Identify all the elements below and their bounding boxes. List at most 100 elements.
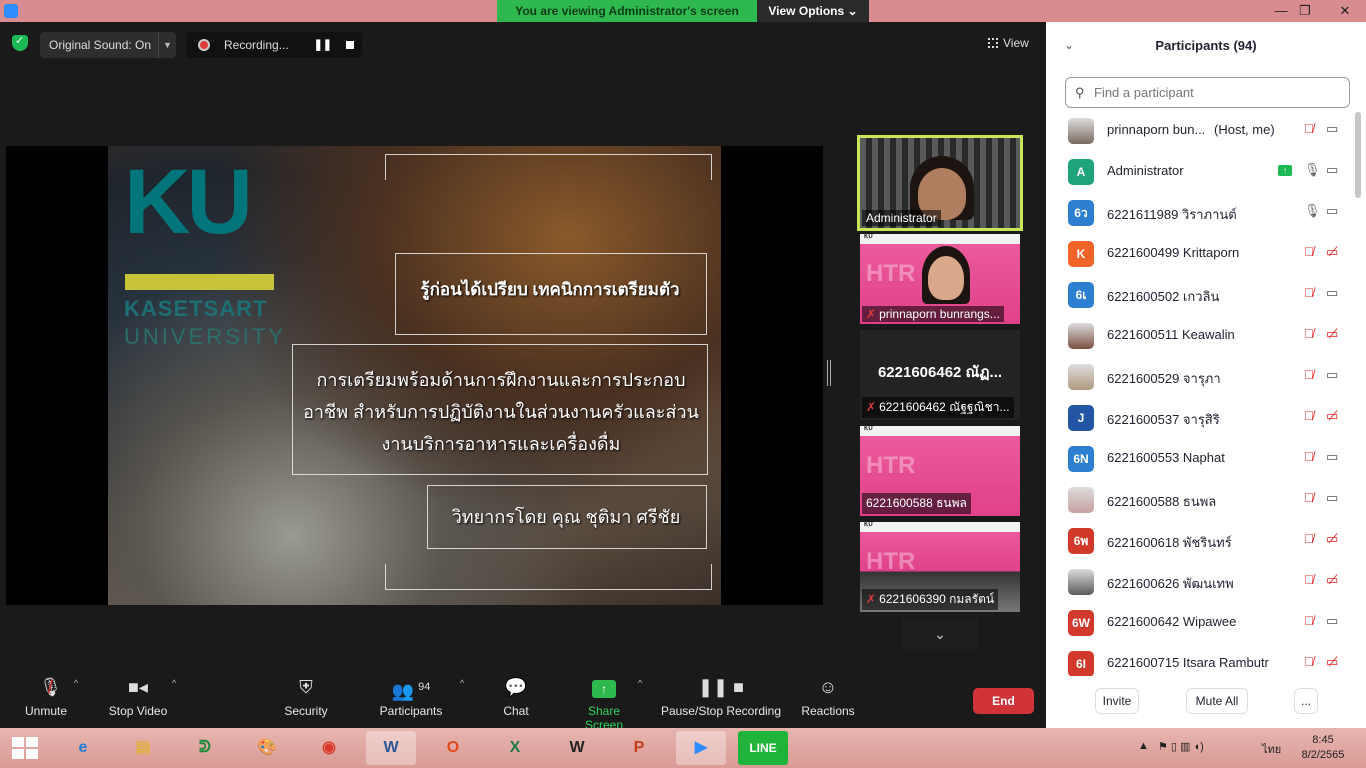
participant-row[interactable]: 6221600529 จารุภา 🎙̸ ▭ (1046, 356, 1352, 397)
encryption-shield-icon[interactable] (12, 34, 28, 51)
mic-muted-icon[interactable]: 🎙̸ (1304, 326, 1314, 341)
video-thumb-6221606390[interactable]: KU HTR ✗ 6221606390 กมลรัตน์ (860, 522, 1020, 612)
pause-recording-icon[interactable]: ❚❚ (314, 32, 332, 58)
video-thumb-prinnaporn[interactable]: KU HTR ✗ prinnaporn bunrangs... (860, 234, 1020, 324)
camera-icon[interactable]: ▭ (1326, 449, 1338, 465)
participant-row[interactable]: J 6221600537 จารุสิริ 🎙̸ ▭̸ (1046, 397, 1352, 438)
title-bar: You are viewing Administrator's screen V… (0, 0, 1366, 22)
participant-row[interactable]: 6พ 6221600618 พัชรินทร์ 🎙̸ ▭̸ (1046, 520, 1352, 561)
minimize-button[interactable]: — (1268, 0, 1294, 22)
camera-icon[interactable]: ▭ (1326, 490, 1338, 506)
thumb-name-text: 6221606462 ณัฐฐณิชา... (879, 400, 1010, 414)
panel-title: Participants (94) (1155, 38, 1257, 53)
mic-muted-icon[interactable]: 🎙̸ (1304, 449, 1314, 464)
close-button[interactable]: ✕ (1330, 0, 1360, 22)
participant-row[interactable]: K 6221600499 Krittaporn 🎙̸ ▭̸ (1046, 233, 1352, 274)
camera-icon[interactable]: ▭ (1326, 285, 1338, 301)
mic-muted-icon[interactable]: 🎙̸ (1304, 490, 1314, 505)
tray-expand-icon[interactable]: ▲ (1138, 740, 1149, 752)
participant-search-input[interactable]: ⚲ Find a participant (1065, 77, 1350, 108)
stop-video-button[interactable]: ■◂ Stop Video (104, 676, 172, 718)
participant-row[interactable]: prinnaporn bun... (Host, me) 🎙̸ ▭ (1046, 110, 1352, 151)
clock-time: 8:45 (1312, 734, 1334, 746)
mic-muted-icon[interactable]: 🎙̸ (1304, 572, 1314, 587)
file-explorer-icon[interactable]: ▤ (118, 731, 168, 765)
video-thumb-administrator[interactable]: Administrator (857, 135, 1023, 231)
mic-icon[interactable]: 🎙 (1304, 162, 1321, 178)
camera-icon[interactable]: ▭ (1326, 121, 1338, 137)
chrome-icon[interactable]: ◉ (304, 731, 354, 765)
zoom-taskbar-icon[interactable]: ▶ (676, 731, 726, 765)
stop-recording-icon[interactable] (346, 41, 354, 49)
mic-muted-icon[interactable]: 🎙̸ (1304, 613, 1314, 628)
reactions-button[interactable]: ☺ Reactions (800, 676, 856, 718)
camera-icon[interactable]: ▭ (1326, 613, 1338, 629)
participants-options-caret[interactable]: ^ (460, 678, 464, 688)
participant-row[interactable]: 6221600626 พัฒนเทพ 🎙̸ ▭̸ (1046, 561, 1352, 602)
camera-off-icon[interactable]: ▭̸ (1326, 531, 1338, 547)
green-app-icon[interactable]: ᕲ (180, 731, 230, 765)
participant-row[interactable]: 6ว 6221611989 วิราภานต์ 🎙 ▭ (1046, 192, 1352, 233)
participant-row[interactable]: 6N 6221600553 Naphat 🎙̸ ▭ (1046, 438, 1352, 479)
end-meeting-button[interactable]: End (973, 688, 1034, 714)
pause-stop-recording-button[interactable]: ❚❚ ■ Pause/Stop Recording (660, 676, 782, 718)
share-screen-icon: ↑ (568, 676, 640, 698)
webex-icon[interactable]: W (552, 731, 602, 765)
camera-off-icon[interactable]: ▭̸ (1326, 654, 1338, 670)
camera-icon[interactable]: ▭ (1326, 367, 1338, 383)
camera-off-icon[interactable]: ▭̸ (1326, 408, 1338, 424)
video-thumb-6221606462[interactable]: 6221606462 ณัฏ... ✗ 6221606462 ณัฐฐณิชา..… (860, 330, 1020, 420)
mic-muted-icon[interactable]: 🎙̸ (1304, 531, 1314, 546)
taskbar-clock[interactable]: 8:45 8/2/2565 (1290, 733, 1356, 763)
resize-handle[interactable] (827, 360, 831, 386)
camera-off-icon[interactable]: ▭̸ (1326, 572, 1338, 588)
windows-start-icon[interactable] (12, 737, 38, 759)
original-sound-button[interactable]: Original Sound: On ▼ (40, 32, 176, 58)
language-indicator[interactable]: ไทย (1262, 740, 1281, 758)
invite-button[interactable]: Invite (1095, 688, 1139, 714)
share-screen-button[interactable]: ↑ Share Screen (568, 676, 640, 732)
mic-muted-icon[interactable]: 🎙̸ (1304, 367, 1314, 382)
share-options-caret[interactable]: ^ (638, 678, 642, 688)
mic-muted-icon[interactable]: 🎙̸ (1304, 244, 1314, 259)
mic-muted-icon[interactable]: 🎙̸ (1304, 121, 1314, 136)
video-options-caret[interactable]: ^ (172, 678, 176, 688)
paint-icon[interactable]: 🎨 (242, 731, 292, 765)
chevron-down-icon[interactable]: ▼ (158, 32, 176, 58)
more-options-button[interactable]: ... (1294, 688, 1318, 714)
camera-icon[interactable]: ▭ (1326, 162, 1338, 178)
participant-row[interactable]: 6221600588 ธนพล 🎙̸ ▭ (1046, 479, 1352, 520)
video-thumb-6221600588[interactable]: KU HTR 6221600588 ธนพล (860, 426, 1020, 516)
office-icon[interactable]: O (428, 731, 478, 765)
participants-button[interactable]: 👥 94 Participants (378, 676, 444, 718)
chat-button[interactable]: 💬 Chat (498, 676, 534, 718)
tray-status-icons[interactable]: ⚑ ▯ ▥ ◖) (1158, 740, 1204, 753)
word-icon[interactable]: W (366, 731, 416, 765)
participant-row[interactable]: 6I 6221600715 Itsara Rambutr 🎙̸ ▭̸ (1046, 643, 1352, 676)
camera-off-icon[interactable]: ▭̸ (1326, 244, 1338, 260)
line-icon[interactable]: LINE (738, 731, 788, 765)
participant-list-scrollbar[interactable] (1355, 112, 1361, 198)
camera-icon[interactable]: ▭ (1326, 203, 1338, 219)
mute-all-button[interactable]: Mute All (1186, 688, 1248, 714)
unmute-button[interactable]: 🎙/ Unmute (16, 676, 76, 718)
audio-options-caret[interactable]: ^ (74, 678, 78, 688)
internet-explorer-icon[interactable]: e (58, 731, 108, 765)
view-options-button[interactable]: View Options ⌄ (757, 0, 869, 22)
security-button[interactable]: ⛨ Security (278, 676, 334, 718)
scroll-thumbnails-down-button[interactable]: ⌄ (902, 618, 978, 650)
avatar (1068, 487, 1094, 513)
participant-row[interactable]: 6เ 6221600502 เกวลิน 🎙̸ ▭ (1046, 274, 1352, 315)
participant-row[interactable]: 6W 6221600642 Wipawee 🎙̸ ▭ (1046, 602, 1352, 643)
mic-muted-icon[interactable]: 🎙̸ (1304, 408, 1314, 423)
view-button[interactable]: View (988, 36, 1029, 50)
participant-row[interactable]: A Administrator ↑ 🎙 ▭ (1046, 151, 1352, 192)
restore-button[interactable]: ❐ (1292, 0, 1318, 22)
mic-icon[interactable]: 🎙 (1304, 203, 1321, 219)
powerpoint-icon[interactable]: P (614, 731, 664, 765)
participant-row[interactable]: 6221600511 Keawalin 🎙̸ ▭̸ (1046, 315, 1352, 356)
mic-muted-icon[interactable]: 🎙̸ (1304, 654, 1314, 669)
excel-icon[interactable]: X (490, 731, 540, 765)
mic-muted-icon[interactable]: 🎙̸ (1304, 285, 1314, 300)
camera-off-icon[interactable]: ▭̸ (1326, 326, 1338, 342)
